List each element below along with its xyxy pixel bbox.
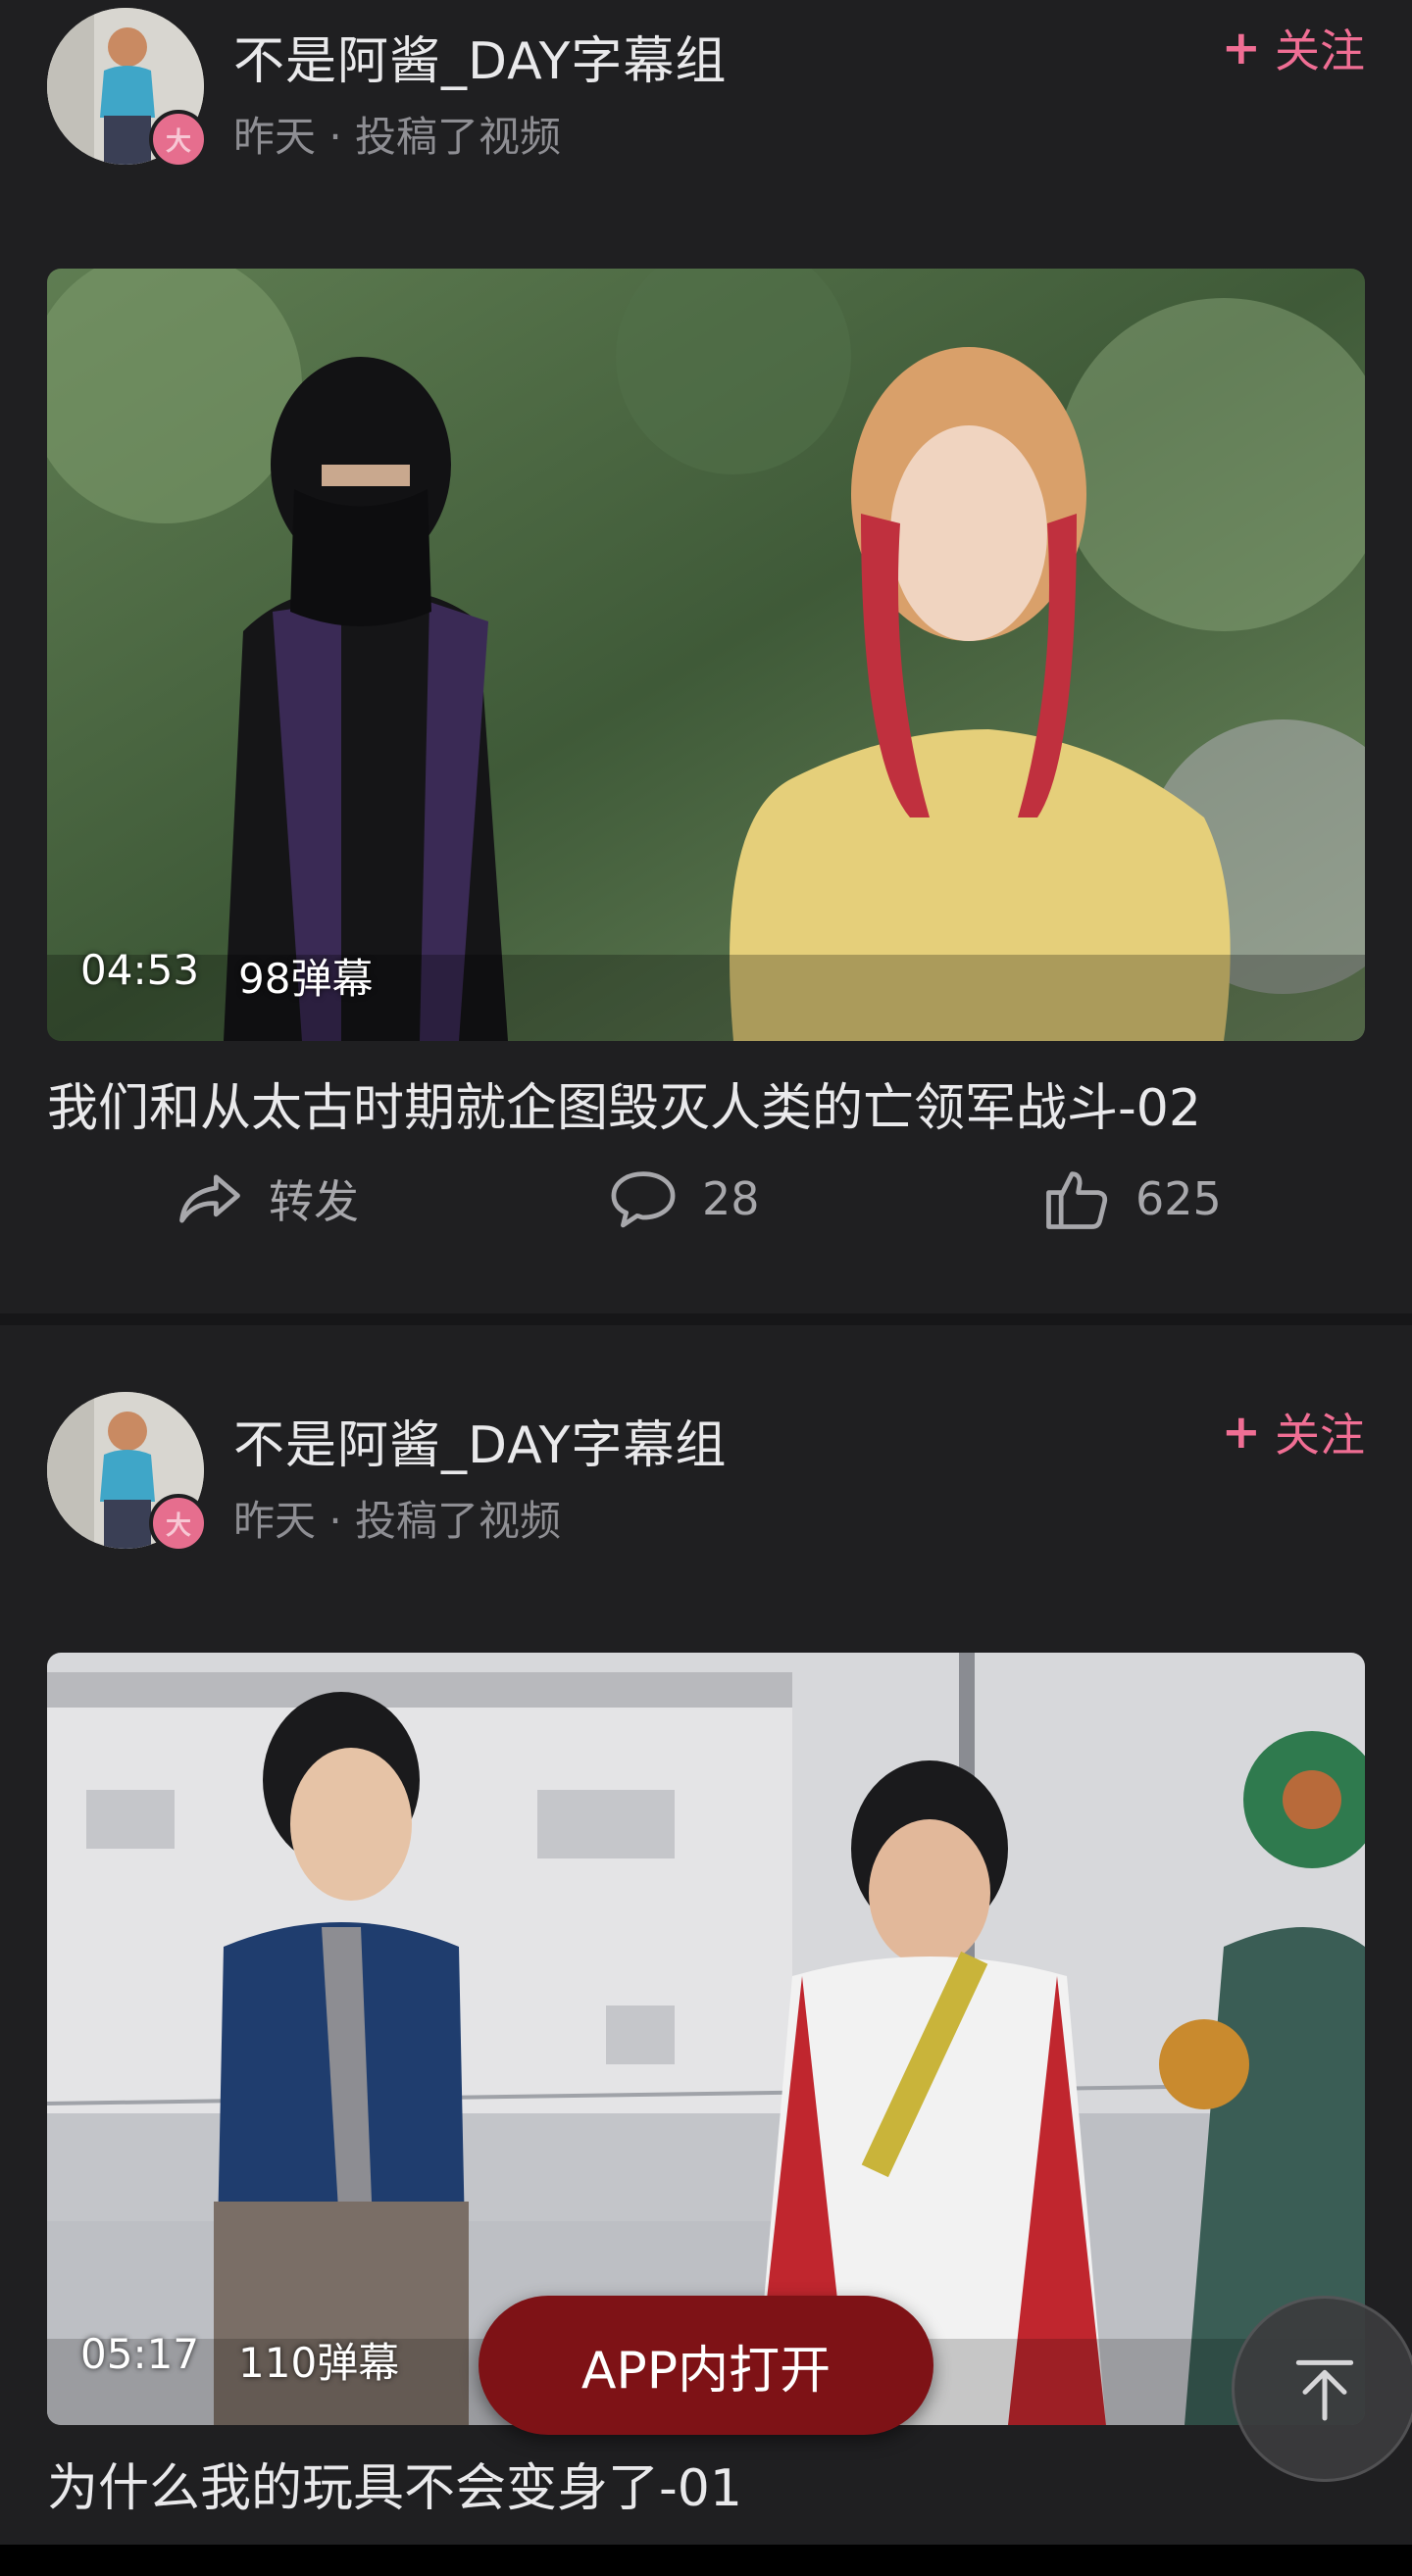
plus-icon: + [1221,1405,1261,1460]
arrow-up-to-top-icon [1295,2359,1354,2421]
plus-icon: + [1221,21,1261,75]
follow-label: 关注 [1275,1409,1365,1461]
feed: 大 不是阿酱_DAY字幕组 昨天 · 投稿了视频 + 关注 04:53 98弹幕… [0,0,1412,2576]
danmaku-count: 98弹幕 [238,955,374,1003]
verified-badge-icon: 大 [149,110,208,169]
comment-count: 28 [702,1172,760,1225]
back-to-top-button[interactable] [1232,2296,1412,2482]
like-count: 625 [1135,1172,1222,1225]
video-duration: 05:17 [80,2330,200,2378]
video-stats: 04:53 98弹幕 [80,946,374,1006]
video-title[interactable]: 为什么我的玩具不会变身了-01 [47,2447,742,2520]
post-card: 大 不是阿酱_DAY字幕组 昨天 · 投稿了视频 + 关注 [0,0,1412,1325]
video-title[interactable]: 我们和从太古时期就企图毁灭人类的亡领军战斗-02 [47,1066,1201,1140]
share-button[interactable]: 转发 [173,1145,359,1253]
follow-button[interactable]: + 关注 [1222,16,1365,80]
post-meta: 昨天 · 投稿了视频 [233,113,562,161]
thumbs-up-icon [1046,1171,1108,1229]
like-button[interactable]: 625 [1039,1145,1222,1253]
comment-icon [611,1171,676,1228]
verified-badge-icon: 大 [149,1494,208,1553]
open-in-app-button[interactable]: APP内打开 [479,2296,933,2435]
video-duration: 04:53 [80,946,200,994]
follow-button[interactable]: + 关注 [1222,1400,1365,1464]
comment-button[interactable]: 28 [606,1145,760,1253]
danmaku-count: 110弹幕 [238,2339,400,2387]
action-bar: 转发 28 625 [0,1145,1412,1253]
video-stats: 05:17 110弹幕 [80,2330,399,2390]
video-thumbnail[interactable]: 04:53 98弹幕 [47,269,1365,1041]
post-meta: 昨天 · 投稿了视频 [233,1497,562,1545]
author-name[interactable]: 不是阿酱_DAY字幕组 [233,1404,727,1477]
share-icon [179,1174,240,1223]
share-label: 转发 [269,1175,359,1228]
system-bottom-bar [0,2545,1412,2576]
follow-label: 关注 [1275,25,1365,77]
author-name[interactable]: 不是阿酱_DAY字幕组 [233,20,727,93]
